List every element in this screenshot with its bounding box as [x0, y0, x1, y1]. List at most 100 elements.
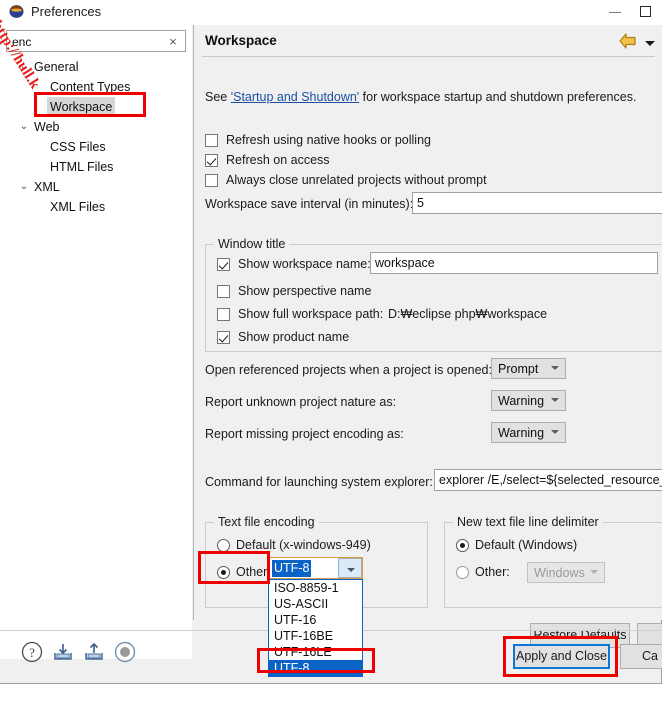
line-delimiter-group-label: New text file line delimiter	[453, 515, 603, 529]
intro-prefix: See	[205, 90, 231, 104]
tree-item-label: HTML Files	[50, 160, 114, 174]
show-full-workspace-path-checkbox[interactable]	[217, 308, 230, 321]
save-interval-value: 5	[417, 196, 424, 210]
chevron-down-icon[interactable]	[644, 37, 656, 47]
intro-text: See 'Startup and Shutdown' for workspace…	[205, 90, 636, 104]
save-interval-input[interactable]: 5	[412, 192, 662, 214]
show-product-name-label: Show product name	[238, 330, 350, 344]
encoding-option-utf-16le[interactable]: UTF-16LE	[269, 644, 362, 660]
cancel-label: Ca	[642, 649, 658, 663]
show-perspective-name-label: Show perspective name	[238, 284, 372, 298]
full-workspace-path-value: D:₩eclipse php₩workspace	[388, 307, 548, 321]
filter-input-wrapper[interactable]: enc ×	[6, 30, 186, 52]
header-divider	[202, 56, 655, 57]
text-file-encoding-group-label: Text file encoding	[214, 515, 319, 529]
line-delimiter-group: New text file line delimiter Default (Wi…	[444, 515, 662, 608]
maximize-button[interactable]	[631, 0, 659, 22]
explorer-command-input[interactable]: explorer /E,/select=${selected_resource_…	[434, 469, 662, 491]
explorer-command-value: explorer /E,/select=${selected_resource_…	[439, 473, 662, 487]
open-referenced-projects-select[interactable]: Prompt	[491, 358, 566, 379]
workspace-name-input[interactable]: workspace	[370, 252, 658, 274]
back-arrow-icon[interactable]	[618, 32, 640, 50]
dialog-title: Preferences	[31, 4, 102, 19]
delimiter-other-select[interactable]: Windows	[527, 562, 605, 583]
tree-item-label: CSS Files	[50, 140, 106, 154]
startup-shutdown-link[interactable]: 'Startup and Shutdown'	[231, 90, 359, 104]
close-unrelated-projects-label: Always close unrelated projects without …	[226, 173, 487, 187]
encoding-option-utf-16be[interactable]: UTF-16BE	[269, 628, 362, 644]
intro-suffix: for workspace startup and shutdown prefe…	[359, 90, 637, 104]
encoding-default-radio[interactable]	[217, 539, 230, 552]
expand-arrow-icon[interactable]: ⌄	[18, 177, 30, 197]
show-product-name-checkbox[interactable]	[217, 331, 230, 344]
delimiter-default-radio[interactable]	[456, 539, 469, 552]
encoding-option-iso-8859-1[interactable]: ISO-8859-1	[269, 580, 362, 596]
encoding-option-utf-16[interactable]: UTF-16	[269, 612, 362, 628]
tree-item-xml[interactable]: ⌄ XML	[0, 177, 192, 197]
delimiter-default-label: Default (Windows)	[475, 538, 578, 552]
background-status-band: ort Connected Version	[0, 692, 662, 728]
workspace-preference-page: Workspace See 'Startup and Shutdown' for…	[193, 25, 662, 648]
cancel-button[interactable]: Ca	[620, 644, 662, 669]
tree-item-html-files[interactable]: HTML Files	[0, 157, 192, 177]
open-referenced-projects-label: Open referenced projects when a project …	[205, 363, 492, 377]
preferences-tree-pane: enc × ⌄ General Content Types Workspace …	[0, 25, 192, 659]
record-circle-icon[interactable]	[113, 640, 137, 664]
missing-project-encoding-value: Warning	[498, 426, 545, 440]
clear-filter-icon[interactable]: ×	[167, 34, 179, 50]
eclipse-logo-icon	[9, 4, 24, 19]
encoding-dropdown-list[interactable]: ISO-8859-1 US-ASCII UTF-16 UTF-16BE UTF-…	[268, 579, 363, 677]
show-perspective-name-checkbox[interactable]	[217, 285, 230, 298]
export-icon[interactable]	[82, 640, 106, 664]
unknown-project-nature-value: Warning	[498, 394, 545, 408]
chevron-down-icon	[551, 398, 559, 402]
unknown-project-nature-select[interactable]: Warning	[491, 390, 566, 411]
preferences-dialog: Preferences enc × ⌄ General Content Type…	[0, 0, 662, 684]
chevron-down-icon	[551, 366, 559, 370]
encoding-combo-arrow-icon[interactable]	[338, 558, 362, 578]
expand-arrow-icon[interactable]: ⌄	[18, 117, 30, 137]
close-unrelated-projects-checkbox[interactable]	[205, 174, 218, 187]
workspace-name-value: workspace	[375, 256, 435, 270]
encoding-combo-value: UTF-8	[272, 560, 312, 577]
tree-item-css-files[interactable]: CSS Files	[0, 137, 192, 157]
tree-item-label: XML	[34, 180, 60, 194]
tree-item-label: Workspace	[47, 97, 116, 117]
encoding-combo[interactable]: UTF-8	[268, 557, 363, 579]
refresh-native-hooks-checkbox[interactable]	[205, 134, 218, 147]
chevron-down-icon	[551, 430, 559, 434]
filter-input[interactable]: enc	[12, 34, 157, 50]
save-interval-label: Workspace save interval (in minutes):	[205, 197, 414, 211]
encoding-other-radio[interactable]	[217, 566, 230, 579]
show-workspace-name-checkbox[interactable]	[217, 258, 230, 271]
show-workspace-name-label: Show workspace name:	[238, 257, 371, 271]
refresh-on-access-checkbox[interactable]	[205, 154, 218, 167]
encoding-default-label: Default (x-windows-949)	[236, 538, 371, 552]
screen-root: ort Connected Version Preferences enc	[0, 0, 662, 728]
unknown-project-nature-label: Report unknown project nature as:	[205, 395, 397, 409]
missing-project-encoding-select[interactable]: Warning	[491, 422, 566, 443]
encoding-option-us-ascii[interactable]: US-ASCII	[269, 596, 362, 612]
minimize-button[interactable]	[601, 0, 629, 22]
apply-and-close-button[interactable]: Apply and Close	[513, 644, 610, 669]
chevron-down-icon	[590, 570, 598, 574]
tree-item-web[interactable]: ⌄ Web	[0, 117, 192, 137]
dialog-title-bar: Preferences	[0, 0, 662, 25]
encoding-option-utf-8[interactable]: UTF-8	[269, 660, 362, 676]
delimiter-other-radio[interactable]	[456, 566, 469, 579]
apply-and-close-label: Apply and Close	[515, 649, 608, 663]
tree-item-label: Web	[34, 120, 60, 134]
window-title-group: Window title Show workspace name: worksp…	[205, 237, 662, 352]
page-header: Workspace	[194, 25, 662, 57]
open-referenced-projects-value: Prompt	[498, 362, 539, 376]
tree-item-xml-files[interactable]: XML Files	[0, 197, 192, 217]
tree-item-workspace[interactable]: Workspace	[0, 97, 192, 117]
explorer-command-label: Command for launching system explorer:	[205, 475, 433, 489]
refresh-on-access-label: Refresh on access	[226, 153, 330, 167]
page-title: Workspace	[205, 33, 277, 48]
import-icon[interactable]	[51, 640, 75, 664]
question-mark-icon[interactable]: ?	[20, 640, 44, 664]
encoding-other-label: Other:	[236, 565, 271, 579]
svg-text:?: ?	[29, 645, 35, 660]
show-full-workspace-path-label: Show full workspace path:	[238, 307, 384, 321]
